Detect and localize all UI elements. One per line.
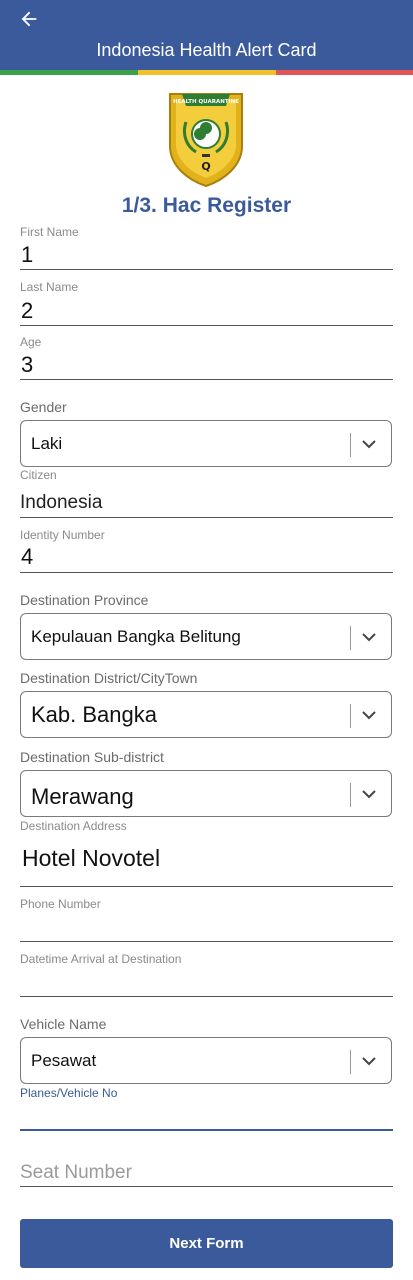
stripe-red — [276, 70, 413, 75]
gender-label: Gender — [20, 399, 67, 415]
destination-province-select[interactable]: Kepulauan Bangka Belitung — [20, 613, 392, 660]
stripe-green — [0, 70, 138, 75]
chevron-down-icon — [362, 711, 376, 720]
gender-value: Laki — [31, 434, 63, 453]
destination-district-value: Kab. Bangka — [31, 702, 157, 727]
chevron-down-icon — [362, 633, 376, 642]
vehicle-no-underline — [20, 1129, 393, 1131]
identity-number-label: Identity Number — [20, 528, 105, 542]
age-label: Age — [20, 335, 42, 349]
first-name-input[interactable]: 1 — [21, 242, 33, 268]
destination-address-underline — [20, 886, 393, 887]
citizen-label: Citizen — [20, 468, 57, 482]
phone-number-underline — [20, 941, 393, 942]
first-name-underline — [20, 269, 393, 270]
form-title: 1/3. Hac Register — [121, 194, 292, 217]
select-divider — [350, 783, 351, 807]
seat-number-underline — [20, 1186, 393, 1187]
last-name-label: Last Name — [20, 280, 79, 294]
chevron-down-icon — [362, 1057, 376, 1066]
destination-district-label: Destination District/CityTown — [20, 670, 198, 686]
vehicle-name-select[interactable]: Pesawat — [20, 1037, 392, 1084]
last-name-underline — [20, 325, 393, 326]
citizen-underline — [20, 517, 393, 518]
identity-number-underline — [20, 572, 393, 573]
age-input[interactable]: 3 — [21, 352, 33, 378]
citizen-input[interactable]: Indonesia — [20, 492, 102, 514]
svg-text:HEALTH QUARANTINE: HEALTH QUARANTINE — [173, 99, 239, 105]
destination-subdistrict-value: Merawang — [31, 784, 134, 809]
vehicle-name-label: Vehicle Name — [20, 1016, 107, 1032]
destination-subdistrict-select[interactable]: Merawang — [20, 770, 392, 817]
select-divider — [350, 1050, 351, 1074]
vehicle-name-value: Pesawat — [31, 1051, 97, 1070]
first-name-label: First Name — [20, 225, 79, 239]
gender-select[interactable]: Laki — [20, 420, 392, 467]
chevron-down-icon — [362, 440, 376, 449]
select-divider — [350, 433, 351, 457]
health-quarantine-logo: HEALTH QUARANTINE Q — [169, 93, 243, 188]
chevron-down-icon — [362, 790, 376, 799]
select-divider — [350, 626, 351, 650]
seat-number-input[interactable]: Seat Number — [20, 1162, 132, 1184]
vehicle-no-label: Planes/Vehicle No — [20, 1086, 118, 1100]
destination-address-input[interactable]: Hotel Novotel — [22, 845, 160, 872]
destination-district-select[interactable]: Kab. Bangka — [20, 691, 392, 738]
datetime-arrival-underline — [20, 996, 393, 997]
identity-number-input[interactable]: 4 — [21, 544, 33, 570]
destination-province-label: Destination Province — [20, 592, 149, 608]
svg-text:Q: Q — [201, 160, 210, 173]
stripe-yellow — [138, 70, 276, 75]
destination-province-value: Kepulauan Bangka Belitung — [31, 627, 241, 646]
next-form-button[interactable]: Next Form — [20, 1219, 393, 1268]
phone-number-label: Phone Number — [20, 897, 101, 911]
datetime-arrival-label: Datetime Arrival at Destination — [20, 952, 182, 966]
age-underline — [20, 379, 393, 380]
destination-subdistrict-label: Destination Sub-district — [20, 749, 164, 765]
app-title: Indonesia Health Alert Card — [96, 40, 317, 60]
select-divider — [350, 704, 351, 728]
last-name-input[interactable]: 2 — [21, 298, 33, 324]
app-bar: Indonesia Health Alert Card — [0, 0, 413, 70]
back-arrow-icon[interactable] — [18, 8, 40, 30]
destination-address-label: Destination Address — [20, 819, 127, 833]
